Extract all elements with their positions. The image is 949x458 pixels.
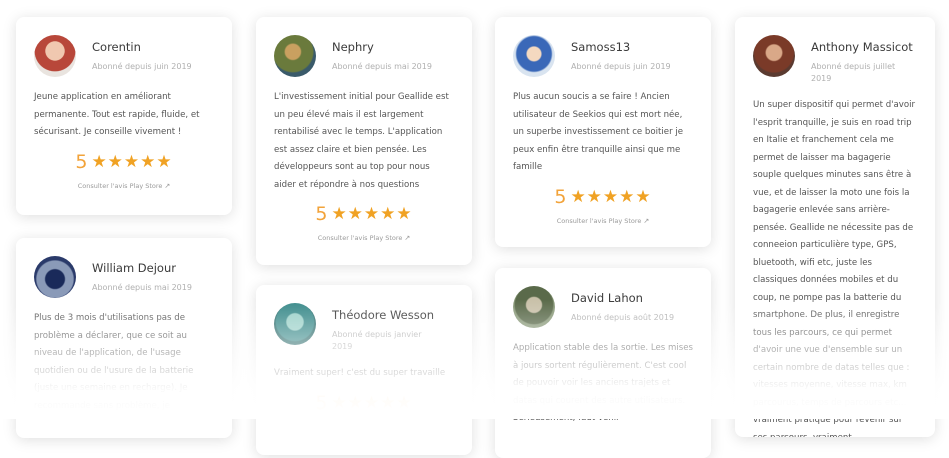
review-header: Samoss13 Abonné depuis juin 2019 [513,35,693,77]
avatar [753,35,795,77]
link-label: Consulter l'avis Play Store [556,216,642,225]
subscription-date: Abonné depuis juin 2019 [92,62,192,71]
rating-score: 5 [315,203,328,225]
review-text: Jeune application en améliorant permanen… [34,92,200,137]
reviewer-name: Corentin [92,40,141,54]
reviewer-name: Samoss13 [571,40,631,54]
reviewer-name: Anthony Massicot [811,40,913,54]
review-card: David Lahon Abonné depuis août 2019 Appl… [495,268,711,458]
subscription-date: Abonné depuis juillet 2019 [811,62,896,83]
review-text: Un super dispositif qui permet d'avoir l… [753,100,916,437]
review-header: Anthony Massicot Abonné depuis juillet 2… [753,35,917,85]
star-rating-icon: ★★★★★ [570,186,652,207]
review-header: Corentin Abonné depuis juin 2019 [34,35,214,77]
star-rating-icon: ★★★★★ [331,204,413,224]
subscription-date: Abonné depuis janvier 2019 [332,330,422,351]
review-text: Plus de 3 mois d'utilisations pas de pro… [34,313,194,411]
subscription-date: Abonné depuis juin 2019 [571,62,671,71]
star-rating-icon: ★★★★★ [91,151,173,172]
rating-score: 5 [315,391,328,414]
star-rating-icon: ★★★★★ [331,392,413,413]
review-header: David Lahon Abonné depuis août 2019 [513,286,693,328]
link-label: Consulter l'avis Play Store [317,234,403,242]
review-card: Corentin Abonné depuis juin 2019 Jeune a… [16,17,232,215]
review-text: Plus aucun soucis a se faire ! Ancien ut… [513,92,684,172]
play-store-review-link[interactable]: Consulter l'avis Play Store ↗ [513,217,693,225]
external-link-icon: ↗ [643,216,650,225]
review-card: Samoss13 Abonné depuis juin 2019 Plus au… [495,17,711,247]
rating-score: 5 [554,185,567,208]
rating-score: 5 [75,150,88,173]
review-text: L'investissement initial pour Geallide e… [274,92,449,190]
review-card: Nephry Abonné depuis mai 2019 L'investis… [256,17,472,265]
review-text: Application stable des la sortie. Les mi… [513,343,693,423]
rating: 5 ★★★★★ [274,203,454,225]
review-card: William Dejour Abonné depuis mai 2019 Pl… [16,238,232,438]
avatar [274,303,316,345]
reviewer-name: William Dejour [92,261,176,275]
rating: 5 ★★★★★ [513,186,693,208]
avatar [513,286,555,328]
review-card: Anthony Massicot Abonné depuis juillet 2… [735,17,935,437]
review-card: Théodore Wesson Abonné depuis janvier 20… [256,285,472,455]
review-header: William Dejour Abonné depuis mai 2019 [34,256,214,298]
avatar [274,35,316,77]
review-header: Nephry Abonné depuis mai 2019 [274,35,454,77]
rating: 5 ★★★★★ [274,392,454,414]
rating: 5 ★★★★★ [34,151,214,173]
subscription-date: Abonné depuis août 2019 [571,313,675,322]
external-link-icon: ↗ [404,234,411,242]
reviewer-name: Nephry [332,40,374,54]
external-link-icon: ↗ [164,181,171,190]
review-header: Théodore Wesson Abonné depuis janvier 20… [274,303,454,353]
play-store-review-link[interactable]: Consulter l'avis Play Store ↗ [34,182,214,190]
avatar [34,35,76,77]
play-store-review-link[interactable]: Consulter l'avis Play Store ↗ [274,234,454,242]
reviewer-name: David Lahon [571,291,643,305]
reviewer-name: Théodore Wesson [332,308,435,322]
link-label: Consulter l'avis Play Store [77,181,163,190]
avatar [34,256,76,298]
subscription-date: Abonné depuis mai 2019 [92,283,192,292]
avatar [513,35,555,77]
review-text: Vraiment super! c'est du super travaille [274,368,446,378]
subscription-date: Abonné depuis mai 2019 [332,62,432,71]
